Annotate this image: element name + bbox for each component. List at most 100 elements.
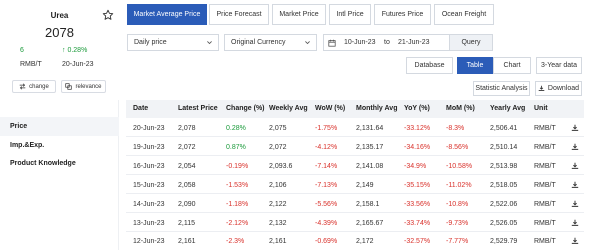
col-mom: MoM (%) <box>446 105 475 112</box>
star-icon[interactable] <box>102 9 114 21</box>
sidebar-item-price[interactable]: Price <box>0 117 119 136</box>
chart-button[interactable]: Chart <box>493 57 531 74</box>
cell-latest-price: 2,078 <box>178 125 196 132</box>
download-icon[interactable] <box>571 219 579 227</box>
swap-icon <box>19 83 26 90</box>
cell-wow: -7.14% <box>315 163 338 170</box>
product-summary: Urea 2078 6 ↑ 0.28% RMB/T 20-Jun-23 chan… <box>0 0 119 100</box>
download-icon[interactable] <box>571 237 579 245</box>
download-icon[interactable] <box>571 181 579 189</box>
cell-yoy: -32.57% <box>404 238 431 245</box>
cell-latest-price: 2,161 <box>178 238 196 245</box>
cell-date: 12-Jun-23 <box>133 238 165 245</box>
price-change-pct-value: 0.28% <box>67 47 88 54</box>
sidebar-item-imp-exp[interactable]: Imp.&Exp. <box>0 136 119 155</box>
cell-wow: -1.75% <box>315 125 338 132</box>
cell-yearly-avg: 2,510.14 <box>490 144 518 151</box>
cell-yoy: -34.9% <box>404 163 427 170</box>
cell-monthly-avg: 2,172 <box>356 238 374 245</box>
cell-change: -0.19% <box>226 163 249 170</box>
tab-price-forecast[interactable]: Price Forecast <box>209 4 269 25</box>
cell-mom: -11.02% <box>446 182 472 189</box>
cell-latest-price: 2,115 <box>178 220 195 227</box>
query-button[interactable]: Query <box>450 34 493 51</box>
cell-weekly-avg: 2,132 <box>269 220 287 227</box>
download-icon[interactable] <box>571 143 579 151</box>
up-arrow-icon: ↑ <box>62 47 66 54</box>
col-wow: WoW (%) <box>315 105 346 112</box>
cell-unit: RMB/T <box>534 144 556 151</box>
change-button[interactable]: change <box>12 80 56 93</box>
cell-yoy: -35.15% <box>404 182 431 189</box>
three-year-data-button[interactable]: 3-Year data <box>536 57 582 74</box>
cell-yearly-avg: 2,529.79 <box>490 238 518 245</box>
price-change-pct: ↑ 0.28% <box>62 47 87 54</box>
currency-select[interactable]: Original Currency <box>224 34 317 51</box>
download-button[interactable]: Download <box>535 81 582 96</box>
cell-wow: -5.56% <box>315 201 338 208</box>
price-change-abs: 6 <box>20 47 24 54</box>
cell-monthly-avg: 2,149 <box>356 182 374 189</box>
relevance-button-label: relevance <box>75 83 102 90</box>
download-button-label: Download <box>547 85 580 92</box>
sidebar-item-label: Product Knowledge <box>10 160 76 167</box>
cell-date: 16-Jun-23 <box>133 163 165 170</box>
cell-latest-price: 2,054 <box>178 163 196 170</box>
col-change: Change (%) <box>226 105 265 112</box>
sidebar-item-product-knowledge[interactable]: Product Knowledge <box>0 154 119 173</box>
cell-unit: RMB/T <box>534 163 556 170</box>
download-icon[interactable] <box>571 162 579 170</box>
relevance-button[interactable]: relevance <box>61 80 106 93</box>
tab-ocean-freight[interactable]: Ocean Freight <box>434 4 494 25</box>
price-type-select[interactable]: Daily price <box>127 34 219 51</box>
cell-unit: RMB/T <box>534 125 556 132</box>
cell-monthly-avg: 2,158.1 <box>356 201 380 208</box>
chevron-down-icon <box>305 41 310 45</box>
cell-change: 0.87% <box>226 144 246 151</box>
col-monthly-avg: Monthly Avg <box>356 105 398 112</box>
product-price: 2078 <box>45 25 74 40</box>
cell-monthly-avg: 2,131.64 <box>356 125 384 132</box>
cell-wow: -4.39% <box>315 220 338 227</box>
sidebar-item-label: Imp.&Exp. <box>10 142 45 149</box>
col-yearly-avg: Yearly Avg <box>490 105 526 112</box>
cell-change: -1.53% <box>226 182 249 189</box>
cell-weekly-avg: 2,075 <box>269 125 287 132</box>
cell-unit: RMB/T <box>534 238 556 245</box>
cell-weekly-avg: 2,072 <box>269 144 287 151</box>
col-date: Date <box>133 105 149 112</box>
cell-wow: -0.69% <box>315 238 338 245</box>
price-type-value: Daily price <box>134 39 167 46</box>
col-weekly-avg: Weekly Avg <box>269 105 308 112</box>
cell-mom: -10.8% <box>446 201 469 208</box>
download-icon[interactable] <box>571 200 579 208</box>
statistic-analysis-button[interactable]: Statistic Analysis <box>473 81 530 96</box>
download-icon[interactable] <box>571 124 579 132</box>
currency-value: Original Currency <box>231 39 286 46</box>
cell-date: 19-Jun-23 <box>133 144 165 151</box>
cell-latest-price: 2,072 <box>178 144 196 151</box>
calendar-icon <box>328 39 336 47</box>
date-range-picker[interactable]: 10-Jun-23 to 21-Jun-23 <box>323 34 450 51</box>
product-date: 20-Jun-23 <box>62 61 94 68</box>
cell-wow: -4.12% <box>315 144 338 151</box>
cell-date: 15-Jun-23 <box>133 182 165 189</box>
tab-futures-price[interactable]: Futures Price <box>374 4 431 25</box>
cell-monthly-avg: 2,135.17 <box>356 144 384 151</box>
cell-weekly-avg: 2,161 <box>269 238 287 245</box>
product-panel: Urea 2078 6 ↑ 0.28% RMB/T 20-Jun-23 chan… <box>0 0 119 250</box>
table-button[interactable]: Table <box>457 57 493 74</box>
cell-yoy: -33.74% <box>404 220 431 227</box>
database-button[interactable]: Database <box>406 57 453 74</box>
col-yoy: YoY (%) <box>404 105 430 112</box>
tab-market-average-price[interactable]: Market Average Price <box>127 4 207 25</box>
cell-change: -2.12% <box>226 220 249 227</box>
cell-unit: RMB/T <box>534 201 556 208</box>
col-latest-price: Latest Price <box>178 105 218 112</box>
tab-market-price[interactable]: Market Price <box>272 4 326 25</box>
cell-mom: -9.73% <box>446 220 469 227</box>
cell-yoy: -33.56% <box>404 201 431 208</box>
cell-change: -2.3% <box>226 238 245 245</box>
tab-intl-price[interactable]: Intl Price <box>329 4 371 25</box>
chevron-down-icon <box>207 41 212 45</box>
